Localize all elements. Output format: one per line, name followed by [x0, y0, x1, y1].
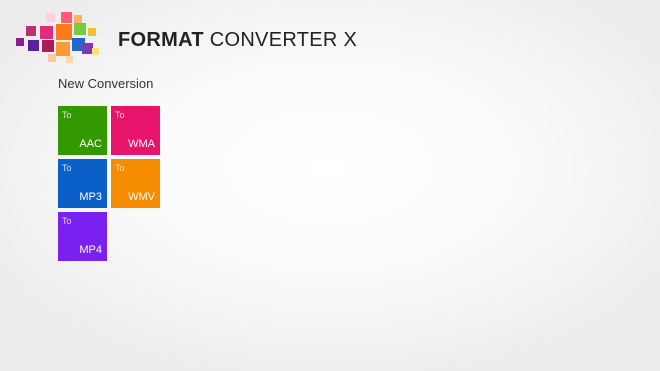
- tile-prefix: To: [62, 216, 72, 226]
- tile-format-label: AAC: [79, 138, 102, 150]
- tile-format-label: WMV: [128, 191, 155, 203]
- app-title-bold: FORMAT: [118, 29, 204, 51]
- tile-prefix: To: [62, 110, 72, 120]
- tile-to-mp4[interactable]: To MP4: [58, 212, 107, 261]
- app-title: FORMAT CONVERTER X: [118, 29, 357, 52]
- tile-format-label: MP3: [79, 191, 102, 203]
- tile-to-mp3[interactable]: To MP3: [58, 159, 107, 208]
- tile-to-aac[interactable]: To AAC: [58, 106, 107, 155]
- tile-to-wmv[interactable]: To WMV: [111, 159, 160, 208]
- app-logo: [14, 10, 104, 66]
- tile-prefix: To: [115, 110, 125, 120]
- tile-to-wma[interactable]: To WMA: [111, 106, 160, 155]
- app-title-rest: CONVERTER X: [203, 29, 358, 51]
- tile-format-label: MP4: [79, 244, 102, 256]
- tile-prefix: To: [115, 163, 125, 173]
- section-heading: New Conversion: [58, 76, 154, 91]
- tile-prefix: To: [62, 163, 72, 173]
- tile-format-label: WMA: [128, 138, 155, 150]
